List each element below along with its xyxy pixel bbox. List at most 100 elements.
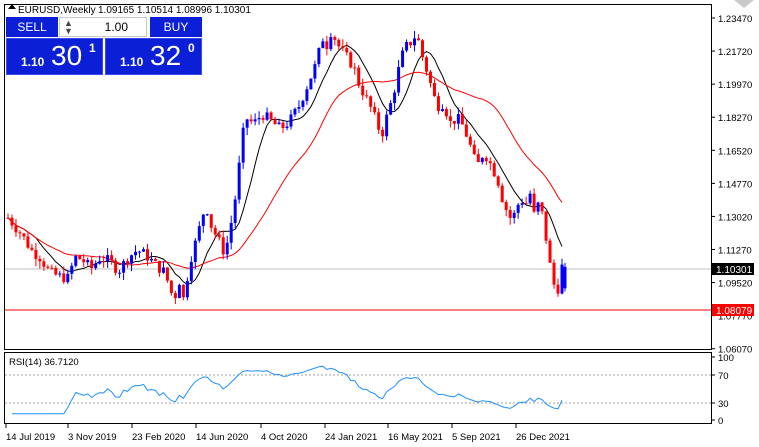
sell-label: SELL (17, 20, 47, 34)
candle-body (563, 266, 567, 289)
candle-body (436, 96, 440, 112)
price-tick-label: 1.23470 (718, 14, 752, 25)
rsi-tick-label: 100 (718, 353, 734, 364)
time-tick-label: 5 Sep 2021 (452, 432, 501, 443)
time-tick-label: 16 May 2021 (388, 432, 443, 443)
candle-body (508, 210, 512, 218)
sell-price-button[interactable]: 1.10 30 1 (6, 38, 103, 75)
candle-body (185, 280, 189, 298)
candle-body (122, 261, 126, 273)
candle-body (472, 144, 476, 155)
candle-body (337, 39, 341, 47)
rsi-axis: 100 70 30 0 (711, 353, 734, 427)
candle-body (26, 236, 30, 248)
candle-body (504, 202, 508, 211)
candle-body (205, 214, 209, 216)
candle-body (452, 120, 456, 124)
sell-price-pip: 1 (89, 41, 96, 55)
candle-body (488, 161, 492, 164)
candle-body (421, 40, 425, 58)
candle-body (552, 262, 556, 285)
buy-button[interactable]: BUY (150, 17, 202, 37)
price-tick-label: 1.09520 (718, 279, 752, 290)
candle-body (74, 255, 78, 266)
price-tick-label: 1.13020 (718, 212, 752, 223)
sell-button[interactable]: SELL (6, 17, 58, 37)
candle-body (317, 48, 321, 65)
candle-body (325, 41, 329, 50)
candle-body (161, 267, 165, 273)
candle-body (468, 136, 472, 145)
candle-body (70, 265, 74, 274)
candle-body (261, 117, 265, 120)
candle-body (464, 124, 468, 137)
candle-body (293, 108, 297, 115)
candle-body (169, 280, 173, 294)
lot-stepper-icon[interactable]: ▲ ▼ (64, 19, 73, 36)
time-axis: 14 Jul 2019 3 Nov 2019 23 Feb 2020 14 Jun 2… (5, 424, 570, 443)
candle-body (417, 38, 421, 41)
candle-body (265, 112, 269, 120)
candle-body (249, 119, 253, 122)
buy-price-button[interactable]: 1.10 32 0 (105, 38, 202, 75)
candle-body (225, 242, 229, 255)
moving-averages (7, 44, 563, 285)
candle-body (373, 106, 377, 113)
candle-body (432, 82, 436, 97)
candle-body (54, 267, 58, 275)
candle-body (30, 247, 34, 250)
candle-body (357, 67, 361, 86)
candle-body (269, 112, 273, 120)
candle-body (102, 261, 106, 263)
candle-body (209, 214, 213, 228)
candle-body (456, 114, 460, 124)
candle-body (86, 260, 90, 263)
candle-body (134, 251, 138, 256)
candle-body (460, 114, 464, 125)
candle-body (480, 158, 484, 163)
candle-body (329, 37, 333, 50)
candle-body (18, 232, 22, 234)
candle-body (193, 240, 197, 262)
candle-body (389, 103, 393, 115)
candle-body (544, 211, 548, 241)
candle-body (118, 272, 122, 274)
candle-body (341, 46, 345, 49)
candle-body (309, 78, 313, 90)
buy-label: BUY (163, 20, 189, 34)
candle-body (444, 109, 448, 117)
candle-body (285, 126, 289, 129)
candle-body (428, 71, 432, 83)
candle-body (333, 37, 337, 40)
lot-size-field[interactable]: ▲ ▼ 1.00 (59, 17, 147, 37)
price-tick-label: 1.14770 (718, 179, 752, 190)
candle-body (78, 255, 82, 260)
candle-body (46, 266, 50, 268)
time-tick-label: 14 Jun 2020 (196, 432, 248, 443)
candle-body (62, 273, 66, 283)
candle-body (114, 260, 118, 273)
candle-body (313, 64, 317, 79)
candle-body (516, 204, 520, 213)
candle-body (540, 202, 544, 212)
candle-body (385, 114, 389, 137)
time-tick-label: 14 Jul 2019 (6, 432, 55, 443)
time-tick-label: 3 Nov 2019 (68, 432, 117, 443)
candle-body (94, 263, 98, 269)
rsi-line (12, 365, 563, 415)
time-tick-label: 4 Oct 2020 (261, 432, 307, 443)
sell-price-big: 30 (51, 40, 83, 71)
price-tick-label: 1.19970 (718, 80, 752, 91)
candle-body (10, 217, 14, 226)
candle-body (213, 227, 217, 235)
candle-body (349, 52, 353, 68)
candle-body (22, 233, 26, 237)
candle-body (153, 258, 157, 261)
candle-body (253, 119, 257, 122)
chart-shift-marker-icon[interactable] (734, 0, 754, 8)
candle-body (297, 106, 301, 109)
candle-body (496, 176, 500, 186)
candle-body (401, 50, 405, 67)
candle-body (217, 234, 221, 238)
candle-body (361, 85, 365, 96)
